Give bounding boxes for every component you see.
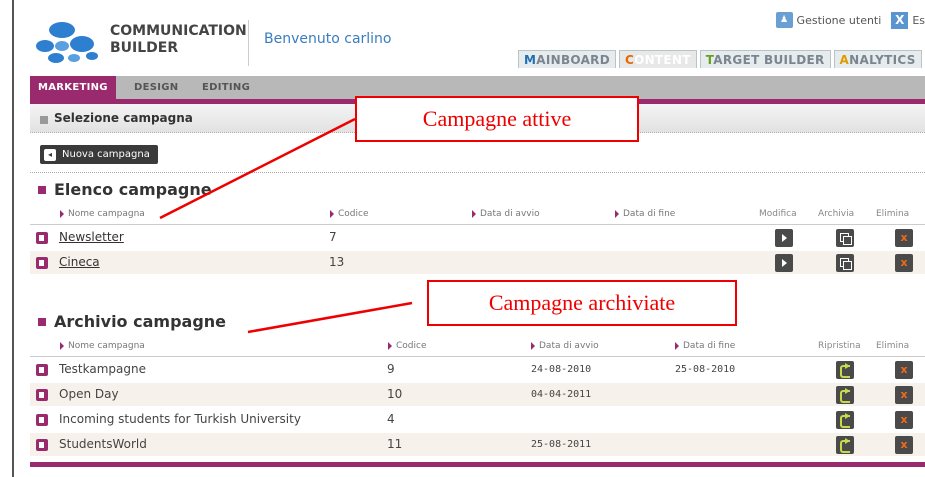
- col-delete: Elimina: [876, 341, 910, 351]
- campaign-icon: [36, 257, 48, 269]
- delete-icon[interactable]: x: [895, 254, 913, 272]
- restore-icon[interactable]: [836, 411, 854, 429]
- campaign-code: 4: [387, 412, 395, 426]
- campaign-name: Open Day: [59, 387, 119, 401]
- table-row: Open Day 10 04-04-2011 x: [30, 383, 925, 407]
- archived-campaigns-heading: Archivio campagne: [38, 312, 226, 331]
- exit-link[interactable]: Es: [912, 14, 925, 27]
- heading-square-icon: [38, 317, 46, 326]
- main-tabs: MAINBOARD CONTENT TARGET BUILDER ANALYTI…: [518, 50, 925, 68]
- active-arrow-line: [159, 117, 356, 220]
- table-row: StudentsWorld 11 25-08-2011 x: [30, 433, 925, 457]
- user-management-link[interactable]: Gestione utenti: [797, 14, 882, 27]
- col-restore: Ripristina: [818, 341, 861, 351]
- campaign-name-link[interactable]: Newsletter: [59, 230, 124, 244]
- welcome-text: Benvenuto carlino: [264, 31, 392, 47]
- delete-icon[interactable]: x: [895, 229, 913, 247]
- section-square-icon: [40, 116, 48, 124]
- new-campaign-button[interactable]: ◂ Nuova campagna: [40, 145, 158, 164]
- table-row: Incoming students for Turkish University…: [30, 408, 925, 432]
- campaign-name: Testkampagne: [59, 362, 146, 376]
- end-date: 25-08-2010: [675, 364, 736, 375]
- tab-content[interactable]: CONTENT: [618, 50, 697, 68]
- left-border: [12, 0, 14, 477]
- campaign-icon: [36, 389, 48, 401]
- campaign-code: 7: [329, 230, 337, 244]
- delete-icon[interactable]: x: [895, 386, 913, 404]
- col-start-date[interactable]: Data di avvio: [472, 209, 540, 219]
- restore-icon[interactable]: [836, 386, 854, 404]
- campaign-icon: [36, 364, 48, 376]
- tab-marketing[interactable]: MARKETING: [30, 76, 116, 99]
- table-row: Newsletter 7 x: [30, 226, 925, 250]
- campaign-icon: [36, 414, 48, 426]
- start-date: 24-08-2010: [531, 364, 592, 375]
- header-rule: [30, 356, 925, 357]
- archived-arrow-line: [247, 301, 413, 334]
- header-rule: [30, 224, 925, 225]
- tab-mainboard[interactable]: MAINBOARD: [518, 50, 616, 68]
- campaign-code: 10: [387, 387, 403, 401]
- active-campaigns-heading: Elenco campagne: [38, 180, 212, 199]
- table-row: Cineca 13 x: [30, 251, 925, 275]
- annotation-active: Campagne attive: [355, 96, 639, 142]
- col-code[interactable]: Codice: [388, 341, 427, 351]
- new-campaign-icon: ◂: [44, 148, 56, 161]
- top-right-menu: ♟ Gestione utenti X Es: [775, 10, 925, 30]
- col-start-date[interactable]: Data di avvio: [531, 341, 599, 351]
- edit-play-icon[interactable]: [775, 229, 793, 247]
- col-delete: Elimina: [876, 209, 910, 219]
- campaign-code: 13: [329, 255, 345, 269]
- archive-icon[interactable]: [836, 254, 854, 272]
- table-row: Testkampagne 9 24-08-2010 25-08-2010 x: [30, 358, 925, 382]
- col-name[interactable]: Nome campagna: [60, 341, 145, 351]
- brand-divider: [248, 20, 249, 66]
- col-end-date[interactable]: Data di fine: [615, 209, 675, 219]
- tab-target-builder[interactable]: TARGET BUILDER: [699, 50, 831, 68]
- brand-name: COMMUNICATION BUILDER: [110, 23, 247, 56]
- start-date: 25-08-2011: [531, 439, 592, 450]
- section-title: Selezione campagna: [54, 111, 193, 125]
- delete-icon[interactable]: x: [895, 436, 913, 454]
- col-edit: Modifica: [759, 209, 797, 219]
- campaign-name: StudentsWorld: [59, 437, 147, 451]
- exit-icon[interactable]: X: [891, 11, 909, 29]
- new-campaign-label: Nuova campagna: [62, 149, 150, 160]
- archive-icon[interactable]: [836, 229, 854, 247]
- heading-square-icon: [38, 185, 46, 194]
- campaign-icon: [36, 439, 48, 451]
- restore-icon[interactable]: [836, 436, 854, 454]
- logo-icon: [36, 22, 98, 63]
- col-code[interactable]: Codice: [330, 209, 369, 219]
- divider: [30, 172, 925, 173]
- campaign-name-link[interactable]: Cineca: [59, 255, 100, 269]
- start-date: 04-04-2011: [531, 389, 592, 400]
- campaign-name: Incoming students for Turkish University: [59, 412, 301, 426]
- delete-icon[interactable]: x: [895, 361, 913, 379]
- restore-icon[interactable]: [836, 361, 854, 379]
- users-icon[interactable]: ♟: [775, 12, 793, 28]
- edit-play-icon[interactable]: [775, 254, 793, 272]
- tab-design[interactable]: DESIGN: [126, 76, 186, 99]
- delete-icon[interactable]: x: [895, 411, 913, 429]
- campaign-code: 11: [387, 437, 403, 451]
- tab-editing[interactable]: EDITING: [194, 76, 258, 99]
- col-end-date[interactable]: Data di fine: [675, 341, 735, 351]
- campaign-code: 9: [387, 362, 395, 376]
- tab-analytics[interactable]: ANALYTICS: [833, 50, 922, 68]
- col-name[interactable]: Nome campagna: [60, 209, 145, 219]
- bottom-accent-line: [30, 462, 925, 467]
- col-archive: Archivia: [818, 209, 855, 219]
- annotation-archived: Campagne archiviate: [427, 280, 737, 326]
- campaign-icon: [36, 232, 48, 244]
